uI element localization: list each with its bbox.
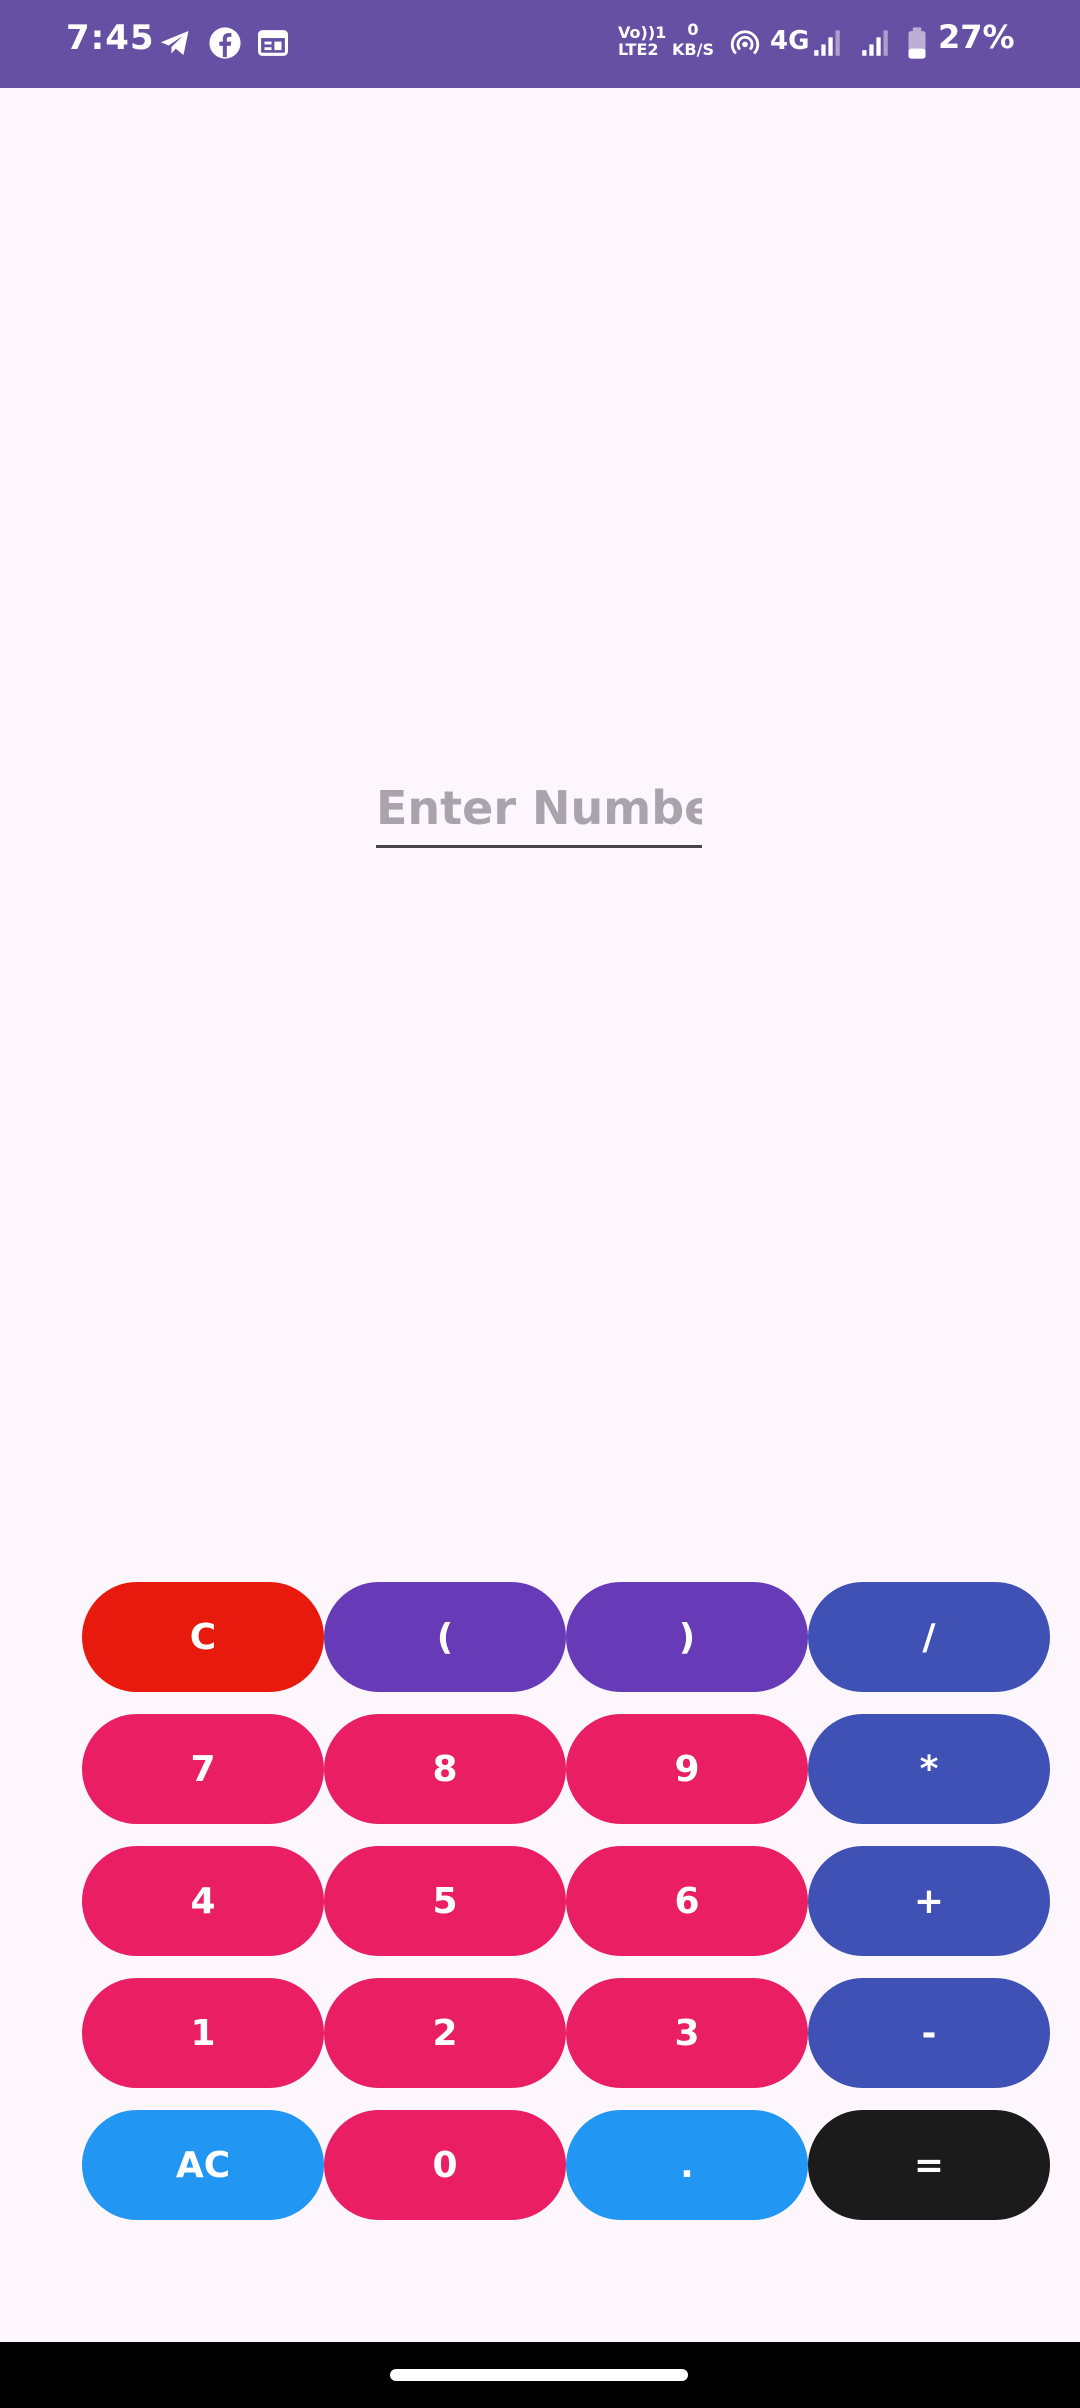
digit-7-button[interactable]: 7 (82, 1714, 324, 1824)
decimal-button[interactable]: . (566, 2110, 808, 2220)
digit-9-button[interactable]: 9 (566, 1714, 808, 1824)
digit-0-button[interactable]: 0 (324, 2110, 566, 2220)
telegram-icon (158, 26, 192, 60)
volte-indicator: Vo))1 LTE2 (618, 23, 667, 59)
signal-icon (858, 26, 892, 60)
digit-5-button[interactable]: 5 (324, 1846, 566, 1956)
home-gesture-handle[interactable] (390, 2369, 688, 2381)
digit-4-button[interactable]: 4 (82, 1846, 324, 1956)
number-input[interactable] (376, 770, 702, 848)
multiply-button[interactable]: * (808, 1714, 1050, 1824)
clear-button[interactable]: C (82, 1582, 324, 1692)
close-paren-button[interactable]: ) (566, 1582, 808, 1692)
navigation-bar (0, 2342, 1080, 2408)
facebook-icon (208, 26, 242, 60)
keypad: C ( ) / 7 8 9 * 4 5 6 + 1 2 3 - AC 0 . = (82, 1582, 1052, 2220)
signal-icon (810, 26, 844, 60)
network-speed: 0 KB/S (672, 20, 714, 59)
all-clear-button[interactable]: AC (82, 2110, 324, 2220)
battery-icon (900, 26, 934, 60)
divide-button[interactable]: / (808, 1582, 1050, 1692)
digit-8-button[interactable]: 8 (324, 1714, 566, 1824)
hotspot-icon (728, 26, 762, 60)
digit-1-button[interactable]: 1 (82, 1978, 324, 2088)
battery-percentage: 27% (938, 18, 1015, 56)
digit-6-button[interactable]: 6 (566, 1846, 808, 1956)
digit-3-button[interactable]: 3 (566, 1978, 808, 2088)
subtract-button[interactable]: - (808, 1978, 1050, 2088)
open-paren-button[interactable]: ( (324, 1582, 566, 1692)
status-time: 7:45 (66, 18, 155, 58)
add-button[interactable]: + (808, 1846, 1050, 1956)
digit-2-button[interactable]: 2 (324, 1978, 566, 2088)
status-bar: 7:45 Vo))1 LTE2 0 KB/S 4G 27% (0, 0, 1080, 88)
calendar-icon (256, 26, 290, 60)
network-type: 4G (770, 26, 810, 56)
equals-button[interactable]: = (808, 2110, 1050, 2220)
